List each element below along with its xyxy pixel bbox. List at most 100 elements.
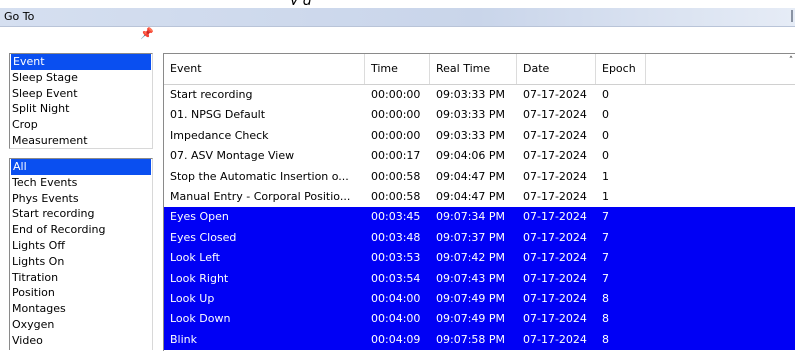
table-cell: 7 [602,251,609,265]
category-list-item[interactable]: Crop [10,117,152,133]
table-cell: 00:03:54 [371,271,421,285]
table-cell: 07-17-2024 [523,312,587,326]
table-cell: 00:04:09 [371,332,421,346]
table-cell: 07-17-2024 [523,230,587,244]
table-cell: 09:07:37 PM [436,230,506,244]
table-cell: 00:00:17 [371,149,421,163]
table-cell: Eyes Open [170,210,229,224]
table-cell: 00:00:00 [371,128,421,142]
table-header: Event Time Real Time Date Epoch [164,54,795,85]
table-cell: Manual Entry - Corporal Positio... [170,189,351,203]
filter-list-item[interactable]: Lights On [10,254,152,270]
filter-list-item[interactable]: All [11,159,151,175]
table-row[interactable]: Start recording 00:00:00 09:03:33 PM 07-17-… [164,85,795,105]
table-cell: 09:03:33 PM [436,128,506,142]
table-row[interactable]: 07. ASV Montage View 00:00:17 09:04:06 PM 0… [164,146,795,166]
table-row[interactable]: Look Left 00:03:53 09:07:42 PM 07-17-2024 7 [164,248,795,269]
table-cell: 07-17-2024 [523,88,587,101]
category-list-item[interactable]: Split Night [10,101,152,117]
table-body: Start recording 00:00:00 09:03:33 PM 07-17-… [164,85,795,351]
table-row[interactable]: Blink 00:04:09 09:07:58 PM 07-17-2024 8 [164,329,795,351]
table-row[interactable]: Eyes Closed 00:03:48 09:07:37 PM 07-17-2024… [164,227,795,249]
table-cell: 00:00:58 [371,169,421,183]
table-cell: 07-17-2024 [523,108,587,122]
events-table: Event Time Real Time Date Epoch Start record… [163,53,795,351]
filter-list[interactable]: All Tech Events Phys Events Start recording… [9,158,153,350]
table-cell: 09:07:43 PM [436,271,506,285]
table-cell: 09:03:33 PM [436,108,506,122]
table-cell: 07. ASV Montage View [170,149,295,163]
titlebar-edge [791,10,793,22]
filter-list-item[interactable]: Video [10,333,152,349]
filter-list-item[interactable]: Titration [10,270,152,286]
column-header[interactable]: Real Time [430,54,517,84]
table-cell: 8 [602,312,609,326]
table-cell: 8 [602,291,609,305]
table-cell: 09:07:49 PM [436,312,506,326]
table-cell: 07-17-2024 [523,332,587,346]
column-header[interactable]: Date [517,54,596,84]
table-cell: 0 [602,128,609,142]
table-cell: 1 [602,169,609,183]
table-cell: 09:04:47 PM [436,189,506,203]
table-row[interactable]: Look Down 00:04:00 09:07:49 PM 07-17-2024 8 [164,309,795,330]
top-fragment-text: y g [290,0,350,5]
table-cell: 09:04:06 PM [436,149,506,163]
table-cell: 07-17-2024 [523,251,587,265]
category-list[interactable]: Event Sleep Stage Sleep Event Split Night Cr… [9,53,153,149]
table-cell: 00:00:58 [371,189,421,203]
column-header[interactable]: Time [365,54,430,84]
column-header[interactable]: Event [164,54,365,84]
table-cell: Look Up [170,291,215,305]
table-cell: 7 [602,230,609,244]
table-row[interactable]: Manual Entry - Corporal Positio... 00:00:… [164,187,795,207]
table-cell: 09:07:58 PM [436,332,506,346]
table-cell: Look Down [170,312,231,326]
filter-list-item[interactable]: Phys Events [10,191,152,207]
table-cell: 1 [602,189,609,203]
table-cell: 0 [602,149,609,163]
table-cell: 07-17-2024 [523,291,587,305]
table-cell: 7 [602,210,609,224]
table-cell: 00:04:00 [371,312,421,326]
category-list-item[interactable]: Sleep Event [10,86,152,102]
table-cell: Impedance Check [170,128,269,142]
pin-icon[interactable]: 📌 [140,28,154,39]
table-row[interactable]: Look Right 00:03:54 09:07:43 PM 07-17-2024 7 [164,268,795,289]
table-cell: Look Left [170,251,220,265]
scroll-up-arrow-icon[interactable]: ˄ [786,56,795,66]
table-cell: 09:04:47 PM [436,169,506,183]
table-row[interactable]: Look Up 00:04:00 09:07:49 PM 07-17-2024 8 [164,288,795,310]
filter-list-item[interactable]: Oxygen [10,317,152,333]
table-cell: 00:03:53 [371,251,421,265]
filter-list-item[interactable]: Position [10,285,152,301]
table-cell: 07-17-2024 [523,128,587,142]
table-cell: 09:07:42 PM [436,251,506,265]
category-list-item[interactable]: Event [11,54,151,70]
table-cell: 07-17-2024 [523,189,587,203]
category-list-item[interactable]: Measurement [10,133,152,148]
table-cell: 07-17-2024 [523,271,587,285]
table-cell: 09:07:49 PM [436,291,506,305]
window-title: Go To [4,10,35,23]
table-row[interactable]: Stop the Automatic Insertion o... 00:00:5… [164,167,795,187]
column-header[interactable]: Epoch [596,54,646,84]
table-cell: 09:07:34 PM [436,210,506,224]
table-cell: 0 [602,88,609,101]
table-cell: 00:03:45 [371,210,421,224]
filter-list-item[interactable]: Start recording [10,206,152,222]
table-cell: Stop the Automatic Insertion o... [170,169,349,183]
table-row[interactable]: Impedance Check 00:00:00 09:03:33 PM 07-17-… [164,126,795,146]
table-row[interactable]: 01. NPSG Default 00:00:00 09:03:33 PM 07-17… [164,105,795,125]
category-list-item[interactable]: Sleep Stage [10,70,152,86]
table-cell: 00:04:00 [371,291,421,305]
table-cell: 7 [602,271,609,285]
filter-list-item[interactable]: Tech Events [10,175,152,191]
table-cell: 00:00:00 [371,88,421,101]
filter-list-item[interactable]: Lights Off [10,238,152,254]
table-cell: Look Right [170,271,229,285]
table-cell: 09:03:33 PM [436,88,506,101]
table-row[interactable]: Eyes Open 00:03:45 09:07:34 PM 07-17-2024 7 [164,207,795,228]
filter-list-item[interactable]: Montages [10,301,152,317]
filter-list-item[interactable]: End of Recording [10,222,152,238]
